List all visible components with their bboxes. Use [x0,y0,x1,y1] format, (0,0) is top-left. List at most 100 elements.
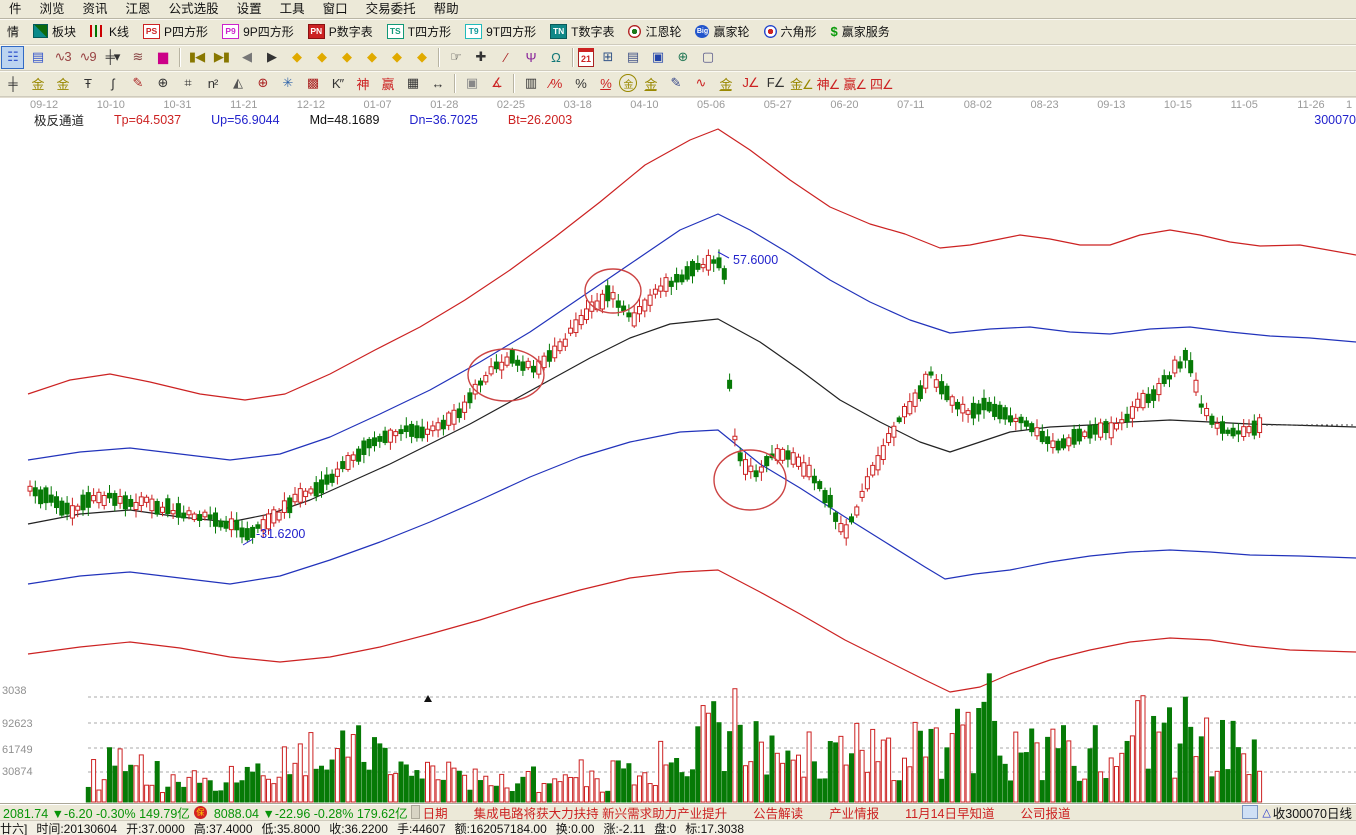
remote-icon[interactable]: ▢ [696,46,719,69]
hexagon-button-label: 六角形 [781,23,817,40]
spiral-tool-icon[interactable]: ʃ [101,72,124,95]
ticker-item[interactable]: 日期 [423,807,448,820]
diamond-right-icon[interactable]: ◆ [310,46,333,69]
frame-icon[interactable]: ▣ [460,72,483,95]
menu-item[interactable]: 浏览 [31,0,74,18]
wave-3-icon[interactable]: ∿3 [51,46,74,69]
f-angle-icon[interactable]: F∠ [764,72,787,95]
hand-tool-icon[interactable]: ☞ [444,46,467,69]
9p-square-button[interactable]: P99P四方形 [215,21,301,42]
scale-icon[interactable]: ▥ [519,72,542,95]
fractal-tool-icon[interactable]: Ω [544,46,567,69]
menu-item[interactable]: 窗口 [314,0,357,18]
blocks-button[interactable]: 板块 [26,21,83,42]
chart-area[interactable]: 303892623617493087457.6000-31.6200 [0,128,1356,804]
menu-item[interactable]: 工具 [271,0,314,18]
ruler-ticks-icon[interactable]: ⌗ [176,72,199,95]
win-angle-icon[interactable]: 赢∠ [842,72,867,95]
next-icon[interactable]: ▶ [260,46,283,69]
k-mark-icon[interactable]: K″ [326,72,349,95]
gold-line-icon[interactable]: 金 [714,72,737,95]
diamond-left-icon[interactable]: ◆ [285,46,308,69]
stick-compress-icon[interactable]: ≋ [126,46,149,69]
four-angle-icon[interactable]: 四∠ [869,72,894,95]
kline-view-icon[interactable]: ☷ [1,46,24,69]
wave-9-icon[interactable]: ∿9 [76,46,99,69]
date-label: 10-15 [1164,99,1192,111]
span-arrow-icon[interactable]: ↔ [426,72,449,95]
app-window: 件浏览资讯江恩公式选股设置工具窗口交易委托帮助 情板块K线PSP四方形P99P四… [0,0,1356,835]
pen-tool-icon[interactable]: ✎ [126,72,149,95]
menu-item[interactable]: 资讯 [74,0,117,18]
diamond-expand-icon[interactable]: ◆ [335,46,358,69]
gann-wheel-button[interactable]: 江恩轮 [621,21,688,42]
ruler-123-icon[interactable]: ▦ [401,72,424,95]
gold-circle-icon[interactable]: 金 [619,74,637,92]
ticker-item[interactable]: 集成电路将获大力扶持 新兴需求助力产业提升 [474,807,727,820]
ticker-item[interactable]: 产业情报 [829,807,879,820]
cross-grid-icon[interactable]: ╪ [1,72,24,95]
save-icon[interactable]: ▣ [646,46,669,69]
kline-button[interactable]: K线 [83,21,136,42]
circle-cross-icon[interactable]: ⊕ [251,72,274,95]
t-square-button[interactable]: TST四方形 [380,21,458,42]
signal-button[interactable] [1242,805,1258,819]
percent-line-icon[interactable]: ⁄% [544,72,567,95]
indicator-row: 极反通道 Tp=64.5037 Up=56.9044 Md=48.1689 Dn… [0,112,1356,128]
winner-service-button[interactable]: $赢家服务 [824,21,897,42]
fib-tool-icon[interactable]: Ŧ [76,72,99,95]
ticker-item[interactable]: 公司报道 [1021,807,1071,820]
menu-item[interactable]: 江恩 [117,0,160,18]
menu-item[interactable]: 设置 [228,0,271,18]
ticker-splitter[interactable] [411,805,420,819]
chart-canvas[interactable]: 303892623617493087457.6000-31.6200 [0,128,1356,807]
info-doc-icon[interactable]: ▤ [26,46,49,69]
diamond-zoomin-icon[interactable]: ◆ [410,46,433,69]
web-icon[interactable]: ⊕ [671,46,694,69]
diamond-shrink-icon[interactable]: ◆ [360,46,383,69]
diamond-zoomout-icon[interactable]: ◆ [385,46,408,69]
notes-icon[interactable]: ▤ [621,46,644,69]
quote-button[interactable]: 情 [0,21,26,42]
candle-style-icon[interactable]: ╪▾ [101,46,124,69]
last-page-icon[interactable]: ▶▮ [210,46,233,69]
gold-level-icon[interactable]: 金 [639,72,662,95]
winner-wheel-button[interactable]: Big赢家轮 [688,21,756,42]
hexagon-button[interactable]: 六角形 [757,21,824,42]
calculator-icon[interactable]: ⊞ [596,46,619,69]
win-grid-icon[interactable]: 赢 [376,72,399,95]
j-angle-icon[interactable]: J∠ [739,72,762,95]
t-digit-button[interactable]: TNT数字表 [543,21,621,42]
crosshair-icon[interactable]: ✚ [469,46,492,69]
gold-angle-icon[interactable]: 金∠ [789,72,814,95]
prev-icon[interactable]: ◀ [235,46,258,69]
shen-grid-icon[interactable]: 神 [351,72,374,95]
price-pen-icon[interactable]: ✎ [664,72,687,95]
menu-item[interactable]: 件 [0,0,31,18]
color-volume-icon[interactable]: ▆ [151,46,174,69]
p-digit-button[interactable]: PNP数字表 [301,21,380,42]
gold-grid-1-icon[interactable]: 金 [26,72,49,95]
ticker-item[interactable]: 11月14日早知道 [905,807,994,820]
ray-fan-icon[interactable]: ∡ [485,72,508,95]
gann-tool-icon[interactable]: Ψ [519,46,542,69]
trendline-tool-icon[interactable]: ∕ [494,46,517,69]
grid-box-icon[interactable]: ▩ [301,72,324,95]
ticker-item[interactable]: 公告解读 [753,807,803,820]
shen-angle-icon[interactable]: 神∠ [816,72,841,95]
gold-grid-2-icon[interactable]: 金 [51,72,74,95]
gann-circle-icon[interactable]: ⊕ [151,72,174,95]
percent-level-icon[interactable]: % [594,72,617,95]
star-burst-icon[interactable]: ✳ [276,72,299,95]
angle-fan-icon[interactable]: ◭ [226,72,249,95]
menu-item[interactable]: 交易委托 [357,0,425,18]
n-square-icon[interactable]: n² [201,72,224,95]
p-square-button[interactable]: PSP四方形 [136,21,215,42]
percent-icon[interactable]: % [569,72,592,95]
first-page-icon[interactable]: ▮◀ [185,46,208,69]
menu-item[interactable]: 帮助 [425,0,468,18]
menu-item[interactable]: 公式选股 [160,0,228,18]
wave-ruler-icon[interactable]: ∿ [689,72,712,95]
9t-square-button[interactable]: T99T四方形 [458,21,543,42]
calendar-icon[interactable]: 21 [578,48,594,67]
